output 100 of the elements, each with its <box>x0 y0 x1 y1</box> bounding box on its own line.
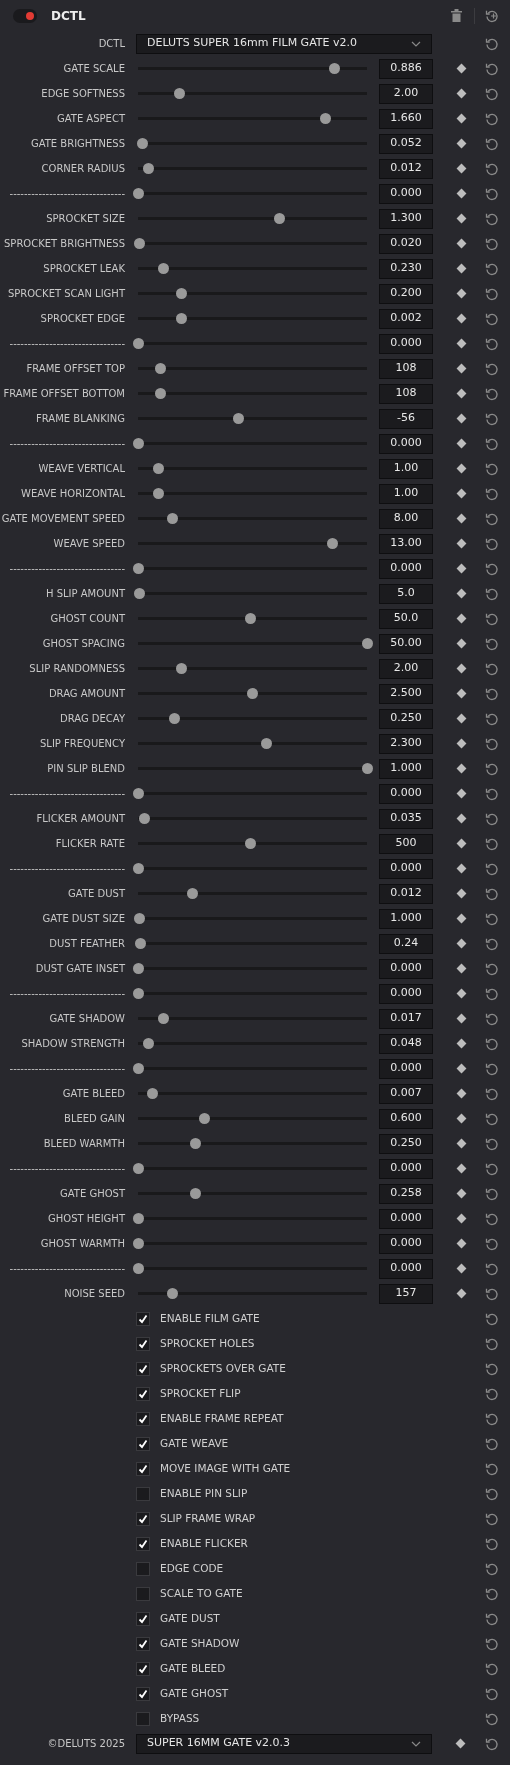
keyframe-icon[interactable] <box>456 1113 467 1124</box>
keyframe-icon[interactable] <box>456 413 467 424</box>
reset-icon[interactable] <box>485 1361 499 1376</box>
keyframe-icon[interactable] <box>456 313 467 324</box>
value-field[interactable]: 0.000 <box>379 983 433 1004</box>
slider-thumb[interactable] <box>132 188 144 199</box>
keyframe-icon[interactable] <box>456 538 467 549</box>
keyframe-icon[interactable] <box>456 113 467 124</box>
reset-icon[interactable] <box>485 1686 499 1701</box>
keyframe-icon[interactable] <box>456 963 467 974</box>
value-field[interactable]: 0.000 <box>379 783 433 804</box>
slider-thumb[interactable] <box>244 613 256 624</box>
value-field[interactable]: 0.000 <box>379 858 433 879</box>
slider-thumb[interactable] <box>132 563 144 574</box>
value-field[interactable]: 0.020 <box>379 233 433 254</box>
slider-thumb[interactable] <box>189 1138 201 1149</box>
value-field[interactable]: 1.00 <box>379 458 433 479</box>
keyframe-icon[interactable] <box>456 663 467 674</box>
slider-thumb[interactable] <box>361 638 373 649</box>
value-field[interactable]: 2.00 <box>379 83 433 104</box>
keyframe-icon[interactable] <box>456 688 467 699</box>
value-field[interactable]: -56 <box>379 408 433 429</box>
reset-icon[interactable] <box>485 1661 499 1676</box>
value-field[interactable]: 0.200 <box>379 283 433 304</box>
slider-thumb[interactable] <box>153 463 165 474</box>
value-field[interactable]: 1.300 <box>379 208 433 229</box>
slider-thumb[interactable] <box>132 1213 144 1224</box>
slider-thumb[interactable] <box>157 263 169 274</box>
keyframe-icon[interactable] <box>455 1738 466 1749</box>
value-field[interactable]: 0.24 <box>379 933 433 954</box>
reset-icon[interactable] <box>485 1511 499 1526</box>
slider-thumb[interactable] <box>361 763 373 774</box>
keyframe-icon[interactable] <box>456 488 467 499</box>
power-toggle[interactable] <box>13 8 37 23</box>
slider-thumb[interactable] <box>166 1288 178 1299</box>
slider-thumb[interactable] <box>132 963 144 974</box>
slider-thumb[interactable] <box>132 788 144 799</box>
reset-icon[interactable] <box>485 1061 499 1076</box>
keyframe-icon[interactable] <box>456 813 467 824</box>
reset-icon[interactable] <box>485 1311 499 1326</box>
slider-thumb[interactable] <box>176 313 187 324</box>
reset-icon[interactable] <box>485 986 499 1001</box>
keyframe-icon[interactable] <box>456 1138 467 1149</box>
slider-thumb[interactable] <box>133 913 145 924</box>
reset-icon[interactable] <box>485 1561 499 1576</box>
value-field[interactable]: 108 <box>379 358 433 379</box>
checkbox[interactable] <box>136 1311 150 1326</box>
keyframe-icon[interactable] <box>456 263 467 274</box>
value-field[interactable]: 0.017 <box>379 1008 433 1029</box>
reset-icon[interactable] <box>485 686 499 701</box>
slider-thumb[interactable] <box>187 888 199 899</box>
value-field[interactable]: 50.00 <box>379 633 433 654</box>
value-field[interactable]: 0.000 <box>379 333 433 354</box>
reset-icon[interactable] <box>485 311 499 326</box>
slider-thumb[interactable] <box>274 213 286 224</box>
reset-icon[interactable] <box>485 186 499 201</box>
reset-icon[interactable] <box>485 1136 499 1151</box>
keyframe-icon[interactable] <box>456 1063 467 1074</box>
slider-thumb[interactable] <box>244 838 256 849</box>
checkbox[interactable] <box>136 1611 150 1626</box>
value-field[interactable]: 0.012 <box>379 883 433 904</box>
checkbox[interactable] <box>136 1486 150 1501</box>
reset-icon[interactable] <box>485 886 499 901</box>
value-field[interactable]: 500 <box>379 833 433 854</box>
reset-icon[interactable] <box>485 411 499 426</box>
keyframe-icon[interactable] <box>456 1013 467 1024</box>
slider-thumb[interactable] <box>247 688 258 699</box>
reset-icon[interactable] <box>485 461 499 476</box>
checkbox[interactable] <box>136 1711 150 1726</box>
reset-icon[interactable] <box>485 836 499 851</box>
keyframe-icon[interactable] <box>456 638 467 649</box>
reset-icon[interactable] <box>485 1011 499 1026</box>
checkbox[interactable] <box>136 1411 150 1426</box>
keyframe-icon[interactable] <box>456 1288 467 1299</box>
checkbox[interactable] <box>136 1536 150 1551</box>
keyframe-icon[interactable] <box>456 888 467 899</box>
keyframe-icon[interactable] <box>456 863 467 874</box>
keyframe-icon[interactable] <box>456 763 467 774</box>
reset-icon[interactable] <box>485 436 499 451</box>
slider-thumb[interactable] <box>137 138 149 149</box>
reset-icon[interactable] <box>485 936 499 951</box>
reset-icon[interactable] <box>485 1436 499 1451</box>
value-field[interactable]: 157 <box>379 1283 433 1304</box>
reset-icon[interactable] <box>485 236 499 251</box>
value-field[interactable]: 0.012 <box>379 158 433 179</box>
slider-thumb[interactable] <box>142 1038 154 1049</box>
reset-icon[interactable] <box>485 1711 499 1726</box>
reset-all-icon[interactable] <box>485 8 499 23</box>
reset-icon[interactable] <box>485 736 499 751</box>
keyframe-icon[interactable] <box>456 1163 467 1174</box>
value-field[interactable]: 0.000 <box>379 1208 433 1229</box>
value-field[interactable]: 0.000 <box>379 1233 433 1254</box>
reset-icon[interactable] <box>485 1536 499 1551</box>
reset-icon[interactable] <box>485 1636 499 1651</box>
value-field[interactable]: 1.000 <box>379 908 433 929</box>
slider-thumb[interactable] <box>157 1013 169 1024</box>
reset-icon[interactable] <box>485 611 499 626</box>
reset-icon[interactable] <box>485 111 499 126</box>
keyframe-icon[interactable] <box>456 163 467 174</box>
slider-thumb[interactable] <box>176 663 187 674</box>
